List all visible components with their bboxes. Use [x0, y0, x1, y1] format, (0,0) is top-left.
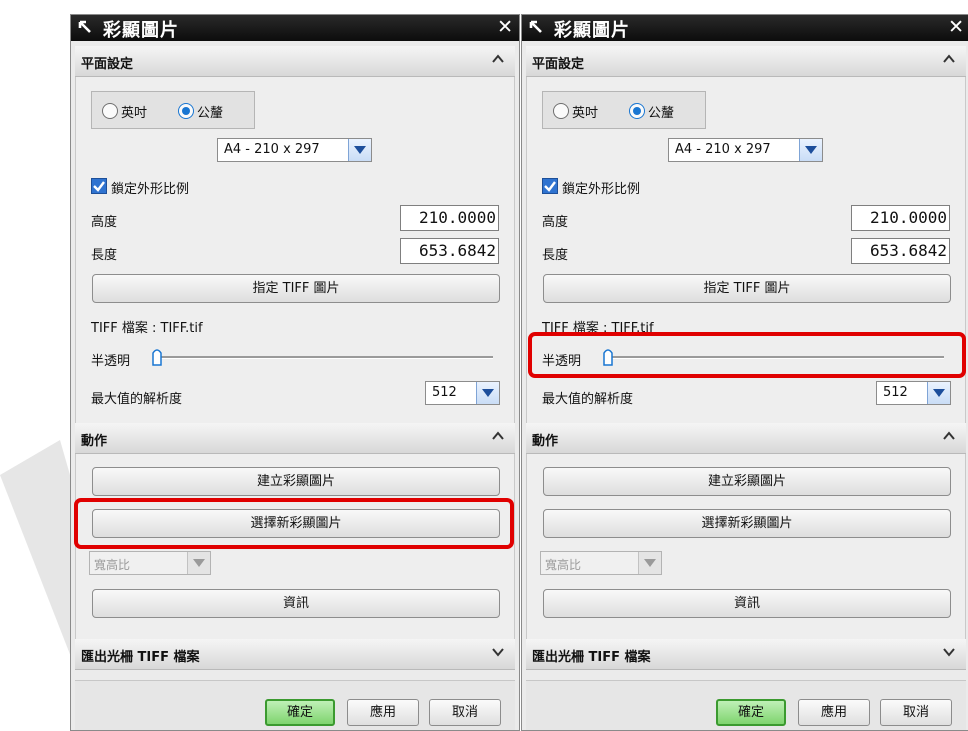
radio-inch[interactable] — [553, 103, 569, 119]
info-button[interactable]: 資訊 — [543, 589, 951, 618]
radio-metric-label: 公釐 — [648, 106, 675, 121]
assign-tiff-button[interactable]: 指定 TIFF 圖片 — [92, 274, 500, 303]
cancel-button[interactable]: 取消 — [880, 699, 952, 726]
unit-selector: 英吋 公釐 — [542, 91, 706, 129]
chevron-up-icon[interactable] — [942, 52, 956, 66]
ok-button[interactable]: 確定 — [716, 699, 786, 726]
dialog-titlebar[interactable]: 彩顯圖片 ✕ — [71, 15, 519, 41]
chevron-down-icon[interactable] — [942, 645, 956, 659]
max-resolution-value: 512 — [432, 385, 457, 400]
lock-ratio-label: 鎖定外形比例 — [111, 182, 190, 197]
apply-button[interactable]: 應用 — [347, 699, 419, 726]
aspect-ratio-value: 寬高比 — [545, 558, 582, 572]
transparency-label: 半透明 — [542, 354, 582, 369]
dialog-title: 彩顯圖片 — [554, 20, 630, 41]
paper-size-value: A4 - 210 x 297 — [224, 142, 320, 157]
color-image-dialog-right: 彩顯圖片 ✕ 平面設定 英吋 公釐 A4 - 210 x 297 鎖定外形比例 … — [521, 14, 968, 731]
close-icon[interactable]: ✕ — [948, 16, 964, 38]
dialog-footer: 確定 應用 取消 — [526, 680, 966, 730]
create-color-image-button[interactable]: 建立彩顯圖片 — [543, 467, 951, 496]
cancel-button[interactable]: 取消 — [429, 699, 501, 726]
chevron-up-icon[interactable] — [491, 52, 505, 66]
dropdown-arrow-icon[interactable] — [476, 382, 499, 404]
assign-tiff-button[interactable]: 指定 TIFF 圖片 — [543, 274, 951, 303]
lock-ratio-checkbox[interactable] — [542, 178, 558, 194]
aspect-ratio-select: 寬高比 — [89, 551, 211, 575]
radio-metric-label: 公釐 — [197, 106, 224, 121]
aspect-ratio-value: 寬高比 — [94, 558, 131, 572]
dropdown-arrow-icon[interactable] — [799, 139, 822, 161]
pin-icon[interactable] — [77, 19, 95, 37]
lock-ratio-label: 鎖定外形比例 — [562, 182, 641, 197]
transparency-slider-track[interactable] — [157, 356, 493, 359]
dialog-title: 彩顯圖片 — [103, 20, 179, 41]
select-new-color-image-button[interactable]: 選擇新彩顯圖片 — [92, 509, 500, 538]
paper-size-value: A4 - 210 x 297 — [675, 142, 771, 157]
slider-thumb-icon[interactable] — [603, 348, 613, 366]
max-resolution-label: 最大值的解析度 — [91, 392, 183, 407]
section-label: 動作 — [532, 434, 559, 449]
apply-button[interactable]: 應用 — [798, 699, 870, 726]
tiff-file-text: TIFF 檔案 : TIFF.tif — [542, 321, 654, 336]
section-action[interactable]: 動作 — [526, 423, 966, 454]
height-label: 高度 — [542, 215, 569, 230]
length-label: 長度 — [542, 248, 569, 263]
unit-selector: 英吋 公釐 — [91, 91, 255, 129]
chevron-up-icon[interactable] — [942, 429, 956, 443]
dropdown-arrow-icon — [638, 552, 661, 574]
length-input[interactable]: 653.6842 — [400, 238, 499, 264]
close-icon[interactable]: ✕ — [497, 16, 513, 38]
paper-size-select[interactable]: A4 - 210 x 297 — [668, 138, 823, 162]
checkmark-icon — [544, 181, 556, 192]
section-label: 平面設定 — [532, 57, 585, 72]
dialog-titlebar[interactable]: 彩顯圖片 ✕ — [522, 15, 968, 41]
dialog-footer: 確定 應用 取消 — [75, 680, 515, 730]
section-export-tiff[interactable]: 匯出光柵 TIFF 檔案 — [75, 639, 515, 670]
dropdown-arrow-icon[interactable] — [927, 382, 950, 404]
height-input[interactable]: 210.0000 — [400, 205, 499, 231]
radio-metric[interactable] — [178, 103, 194, 119]
slider-thumb-icon[interactable] — [152, 348, 162, 366]
section-plane-settings[interactable]: 平面設定 — [526, 46, 966, 77]
section-plane-settings[interactable]: 平面設定 — [75, 46, 515, 77]
lock-ratio-checkbox[interactable] — [91, 178, 107, 194]
radio-inch[interactable] — [102, 103, 118, 119]
dropdown-arrow-icon — [187, 552, 210, 574]
create-color-image-button[interactable]: 建立彩顯圖片 — [92, 467, 500, 496]
section-label: 匯出光柵 TIFF 檔案 — [81, 650, 200, 665]
radio-metric[interactable] — [629, 103, 645, 119]
height-label: 高度 — [91, 215, 118, 230]
section-label: 匯出光柵 TIFF 檔案 — [532, 650, 651, 665]
pin-icon[interactable] — [528, 19, 546, 37]
section-export-tiff[interactable]: 匯出光柵 TIFF 檔案 — [526, 639, 966, 670]
max-resolution-select[interactable]: 512 — [876, 381, 951, 405]
paper-size-select[interactable]: A4 - 210 x 297 — [217, 138, 372, 162]
chevron-up-icon[interactable] — [491, 429, 505, 443]
select-new-color-image-button[interactable]: 選擇新彩顯圖片 — [543, 509, 951, 538]
tiff-file-text: TIFF 檔案 : TIFF.tif — [91, 321, 203, 336]
color-image-dialog-left: 彩顯圖片 ✕ 平面設定 英吋 公釐 A4 - 210 x 297 鎖定外形比例 … — [70, 14, 520, 731]
length-label: 長度 — [91, 248, 118, 263]
chevron-down-icon[interactable] — [491, 645, 505, 659]
transparency-label: 半透明 — [91, 354, 131, 369]
max-resolution-value: 512 — [883, 385, 908, 400]
max-resolution-select[interactable]: 512 — [425, 381, 500, 405]
transparency-slider-track[interactable] — [608, 356, 944, 359]
radio-inch-label: 英吋 — [572, 106, 599, 121]
checkmark-icon — [93, 181, 105, 192]
section-label: 平面設定 — [81, 57, 134, 72]
aspect-ratio-select: 寬高比 — [540, 551, 662, 575]
info-button[interactable]: 資訊 — [92, 589, 500, 618]
height-input[interactable]: 210.0000 — [851, 205, 950, 231]
ok-button[interactable]: 確定 — [265, 699, 335, 726]
radio-inch-label: 英吋 — [121, 106, 148, 121]
max-resolution-label: 最大值的解析度 — [542, 392, 634, 407]
section-action[interactable]: 動作 — [75, 423, 515, 454]
dropdown-arrow-icon[interactable] — [348, 139, 371, 161]
section-label: 動作 — [81, 434, 108, 449]
length-input[interactable]: 653.6842 — [851, 238, 950, 264]
